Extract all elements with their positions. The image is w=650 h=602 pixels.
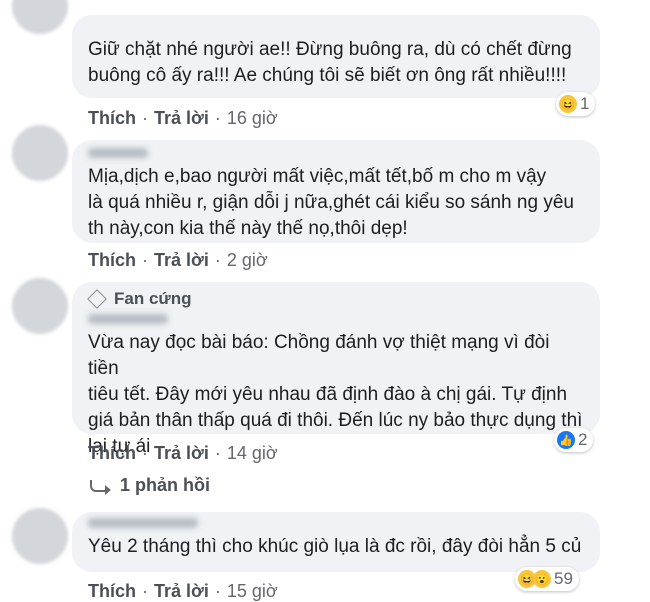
reaction-count: 59 [554, 569, 573, 588]
like-link[interactable]: Thích [88, 581, 136, 602]
timestamp[interactable]: 2 giờ [227, 250, 268, 271]
avatar[interactable] [12, 278, 68, 334]
author-name[interactable] [88, 518, 198, 528]
comment-actions: Thích · Trả lời · 16 giờ [88, 108, 278, 129]
separator-dot: · [214, 581, 221, 601]
separator-dot: · [142, 443, 148, 463]
view-replies-link[interactable]: 1 phản hồi [90, 475, 210, 496]
comment-text: Giữ chặt nhé người ae!! Đừng buông ra, d… [88, 39, 572, 86]
badge-label: Fan cứng [114, 289, 192, 308]
avatar[interactable] [12, 0, 68, 34]
reaction-summary[interactable]: 😆 😮 59 [515, 567, 579, 591]
author-name[interactable] [88, 314, 168, 324]
reply-link[interactable]: Trả lời [154, 250, 209, 271]
avatar[interactable] [12, 508, 68, 564]
comment-actions: Thích · Trả lời · 2 giờ [88, 250, 268, 271]
comment-bubble: Fan cứng Vừa nay đọc bài báo: Chồng đánh… [72, 282, 600, 457]
comment-bubble: Yêu 2 tháng thì cho khúc giò lụa là đc r… [72, 512, 600, 572]
separator-dot: · [142, 250, 148, 270]
reaction-summary[interactable]: 😆 1 [556, 92, 596, 116]
comment-text: Mịa,dịch e,bao người mất việc,mất tết,bố… [88, 166, 574, 239]
separator-dot: · [214, 443, 221, 463]
comment-bubble: Giữ chặt nhé người ae!! Đừng buông ra, d… [72, 15, 600, 98]
timestamp[interactable]: 14 giờ [227, 443, 278, 464]
reply-arrow-icon [90, 479, 111, 495]
reply-link[interactable]: Trả lời [154, 443, 209, 464]
haha-icon: 😆 [559, 95, 577, 113]
top-fan-badge[interactable]: Fan cứng [87, 288, 584, 310]
separator-dot: · [142, 108, 148, 128]
comment-actions: Thích · Trả lời · 15 giờ [88, 581, 278, 602]
diamond-icon [87, 289, 107, 309]
replies-label: 1 phản hồi [120, 475, 210, 495]
reaction-count: 1 [580, 94, 590, 113]
like-link[interactable]: Thích [88, 108, 136, 129]
separator-dot: · [214, 108, 221, 128]
reaction-summary[interactable]: 👍 2 [554, 428, 594, 452]
comment-text: Yêu 2 tháng thì cho khúc giò lụa là đc r… [88, 536, 582, 557]
like-icon: 👍 [557, 431, 575, 449]
like-link[interactable]: Thích [88, 250, 136, 271]
timestamp[interactable]: 15 giờ [227, 581, 278, 602]
reaction-count: 2 [578, 430, 588, 449]
separator-dot: · [214, 250, 221, 270]
wow-icon: 😮 [533, 570, 551, 588]
comment-actions: Thích · Trả lời · 14 giờ [88, 443, 278, 464]
like-link[interactable]: Thích [88, 443, 136, 464]
comment-text: Vừa nay đọc bài báo: Chồng đánh vợ thiệt… [88, 332, 583, 457]
timestamp[interactable]: 16 giờ [227, 108, 278, 129]
separator-dot: · [142, 581, 148, 601]
reply-link[interactable]: Trả lời [154, 108, 209, 129]
avatar[interactable] [12, 125, 68, 181]
author-name[interactable] [88, 148, 148, 158]
comment-bubble: Mịa,dịch e,bao người mất việc,mất tết,bố… [72, 140, 600, 243]
reply-link[interactable]: Trả lời [154, 581, 209, 602]
